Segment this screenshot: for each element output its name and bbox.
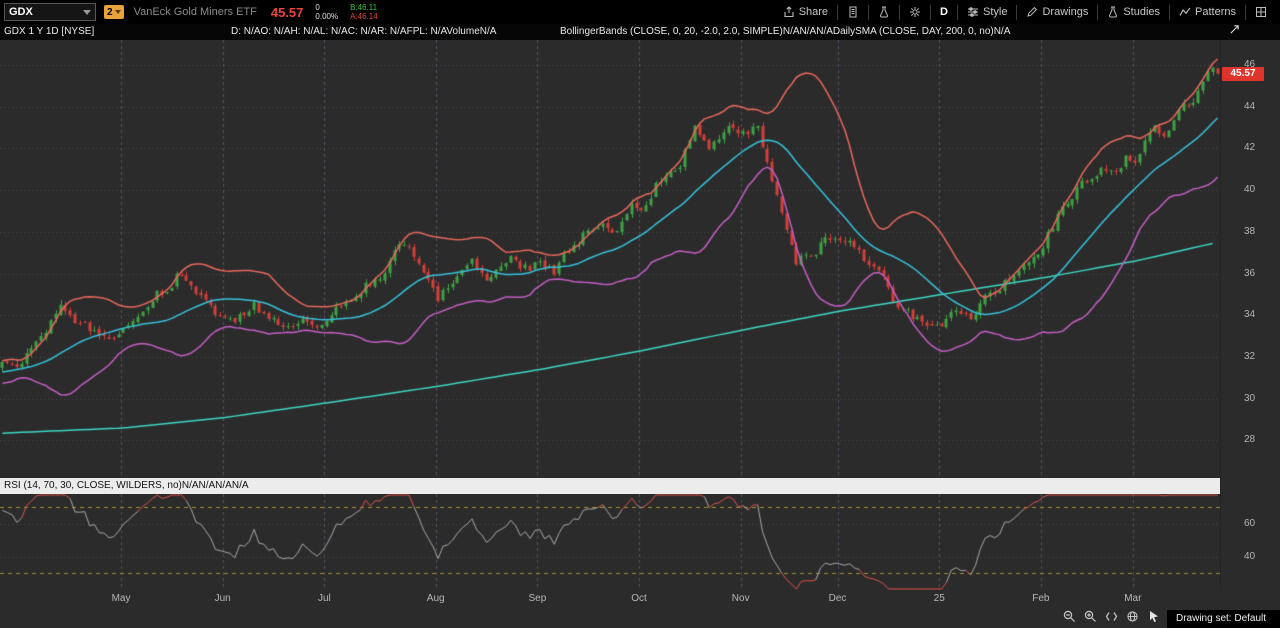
price-chart-canvas[interactable] xyxy=(0,40,1220,478)
price-axis-tick: 34 xyxy=(1244,309,1256,321)
flask-icon xyxy=(1109,6,1118,18)
studies-button[interactable]: Studies xyxy=(1098,0,1169,24)
share-label: Share xyxy=(798,6,829,18)
month-label: 25 xyxy=(933,593,945,604)
zoom-in-button[interactable] xyxy=(1084,610,1097,628)
price-axis-tick: 28 xyxy=(1244,434,1256,446)
month-label: Jun xyxy=(214,593,231,604)
chart-header-bar: GDX 1 Y 1D [NYSE] D: N/AO: N/AH: N/AL: N… xyxy=(0,24,1280,40)
layout-button[interactable] xyxy=(1246,0,1276,24)
symbol-text: GDX xyxy=(9,6,33,18)
share-button[interactable]: Share xyxy=(774,0,837,24)
beaker-icon xyxy=(880,6,889,18)
rsi-chart-panel xyxy=(0,494,1220,590)
rsi-header-bar[interactable]: RSI (14, 70, 30, CLOSE, WILDERS, no)N/AN… xyxy=(0,478,1220,494)
rsi-study-label: RSI (14, 70, 30, CLOSE, WILDERS, no)N/AN… xyxy=(4,480,249,491)
drawings-button[interactable]: Drawings xyxy=(1017,0,1097,24)
pan-arrows-button[interactable] xyxy=(1105,610,1118,628)
change-value: 0 xyxy=(315,3,320,12)
rsi-chart-canvas[interactable] xyxy=(0,494,1220,590)
settings-button[interactable] xyxy=(900,0,930,24)
change-readout: 0 0.00% xyxy=(315,3,338,21)
share-icon xyxy=(784,6,794,18)
drawing-set-label[interactable]: Drawing set: Default xyxy=(1167,610,1280,628)
price-axis-tick: 36 xyxy=(1244,267,1256,279)
price-axis-tick: 44 xyxy=(1244,100,1256,112)
price-axis-tick: 38 xyxy=(1244,225,1256,237)
price-axis-tick: 42 xyxy=(1244,142,1256,154)
patterns-label: Patterns xyxy=(1195,6,1236,18)
bid-value: B:46.11 xyxy=(350,3,378,12)
patterns-button[interactable]: Patterns xyxy=(1170,0,1245,24)
month-label: Dec xyxy=(828,593,847,604)
globe-button[interactable] xyxy=(1126,610,1139,628)
instrument-name: VanEck Gold Miners ETF xyxy=(133,6,257,18)
chevron-down-icon xyxy=(83,9,91,15)
rsi-axis-tick: 40 xyxy=(1244,550,1256,562)
chart-tool-icons xyxy=(1063,610,1160,628)
style-label: Style xyxy=(983,6,1008,18)
studies-label: Studies xyxy=(1123,6,1161,18)
month-label: Aug xyxy=(426,593,445,604)
price-axis-tick: 32 xyxy=(1244,351,1256,363)
ask-value: A:46.14 xyxy=(350,12,378,21)
toolbar-buttons: Share D Style Drawings Studies Patterns xyxy=(774,0,1276,24)
symbol-input[interactable]: GDX xyxy=(4,3,96,21)
analyze-button[interactable] xyxy=(869,0,899,24)
month-label: Feb xyxy=(1032,593,1050,604)
month-label: Jul xyxy=(317,593,331,604)
cursor-tool-button[interactable] xyxy=(1147,610,1160,628)
time-axis[interactable]: May Jun Jul Aug Sep Oct Nov Dec 25 Feb Mar xyxy=(0,590,1280,610)
layout-grid-icon xyxy=(1256,7,1266,17)
top-toolbar: GDX 2 VanEck Gold Miners ETF 45.57 0 0.0… xyxy=(0,0,1280,24)
price-chart-panel xyxy=(0,40,1220,478)
price-axis[interactable]: 45.57 46 44 42 40 38 36 34 32 30 28 60 40 xyxy=(1220,40,1280,610)
last-price-flag: 45.57 xyxy=(1222,66,1264,81)
price-axis-tick: 40 xyxy=(1244,184,1256,196)
report-icon xyxy=(849,6,857,18)
timeframe-label: D xyxy=(940,6,948,18)
price-axis-tick: 30 xyxy=(1244,392,1256,404)
month-label: Nov xyxy=(731,593,750,604)
timeframe-button[interactable]: D xyxy=(931,0,957,24)
status-bar: Drawing set: Default xyxy=(0,610,1280,628)
style-icon xyxy=(968,7,978,17)
change-percent: 0.00% xyxy=(315,12,339,21)
chevron-down-icon xyxy=(114,10,121,14)
zoom-out-button[interactable] xyxy=(1063,610,1076,628)
month-label: Sep xyxy=(528,593,547,604)
style-button[interactable]: Style xyxy=(958,0,1016,24)
chart-symbol-info: GDX 1 Y 1D [NYSE] xyxy=(4,26,95,37)
expand-icon[interactable] xyxy=(1229,24,1240,41)
zigzag-icon xyxy=(1179,7,1191,16)
trading-platform-window: GDX 2 VanEck Gold Miners ETF 45.57 0 0.0… xyxy=(0,0,1280,628)
month-label: May xyxy=(111,593,131,604)
alerts-count: 2 xyxy=(107,6,113,18)
chart-studies-info: BollingerBands (CLOSE, 0, 20, -2.0, 2.0,… xyxy=(560,26,1011,37)
bid-ask-readout: B:46.11 A:46.14 xyxy=(350,3,378,21)
month-label: Mar xyxy=(1124,593,1142,604)
reports-button[interactable] xyxy=(838,0,868,24)
pencil-icon xyxy=(1027,6,1038,17)
chart-ohlc-info: D: N/AO: N/AH: N/AL: N/AC: N/AR: N/AFPL:… xyxy=(231,26,497,37)
last-price: 45.57 xyxy=(270,4,304,20)
drawings-label: Drawings xyxy=(1042,6,1089,18)
month-label: Oct xyxy=(631,593,647,604)
gear-icon xyxy=(910,7,921,17)
rsi-axis-tick: 60 xyxy=(1244,517,1256,529)
alerts-badge[interactable]: 2 xyxy=(104,5,124,19)
